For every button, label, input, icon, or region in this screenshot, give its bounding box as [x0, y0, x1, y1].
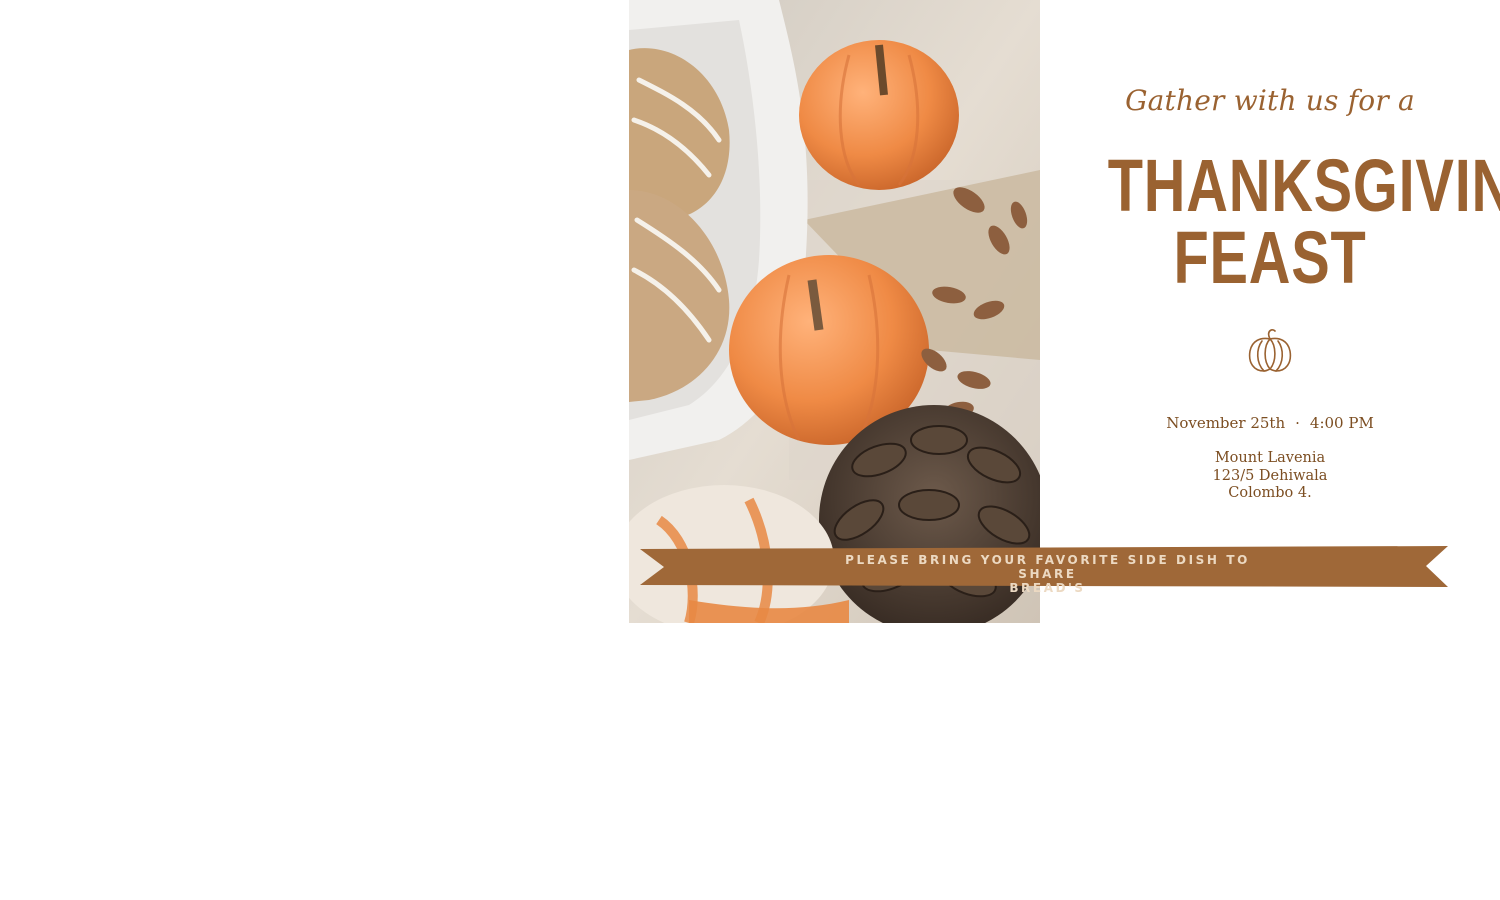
event-date: November 25th — [1166, 414, 1286, 432]
invitation-panel: Gather with us for a THANKSGIVING FEAST … — [1062, 0, 1500, 540]
datetime-separator: · — [1295, 414, 1300, 432]
invitation-intro: Gather with us for a — [1125, 84, 1415, 117]
event-title: THANKSGIVING FEAST — [1107, 144, 1500, 299]
event-address: Mount Lavenia 123/5 Dehiwala Colombo 4. — [1062, 450, 1478, 503]
ribbon-line-1: PLEASE BRING YOUR FAVORITE SIDE DISH TO … — [845, 553, 1250, 581]
address-line-2: 123/5 Dehiwala — [1212, 467, 1328, 484]
pumpkin-outline-icon — [1248, 329, 1292, 372]
event-datetime: November 25th · 4:00 PM — [1062, 414, 1478, 432]
address-line-3: Colombo 4. — [1228, 485, 1312, 501]
autumn-table-photo — [629, 0, 1040, 623]
event-title-line-1: THANKSGIVING — [1107, 144, 1500, 227]
ribbon-message: PLEASE BRING YOUR FAVORITE SIDE DISH TO … — [830, 553, 1265, 595]
address-line-1: Mount Lavenia — [1214, 450, 1326, 466]
event-title-line-2: FEAST — [1173, 216, 1367, 299]
ribbon-line-2: BREAD'S — [1009, 581, 1086, 595]
side-dish-ribbon: PLEASE BRING YOUR FAVORITE SIDE DISH TO … — [640, 546, 1448, 595]
event-time: 4:00 PM — [1309, 414, 1374, 432]
